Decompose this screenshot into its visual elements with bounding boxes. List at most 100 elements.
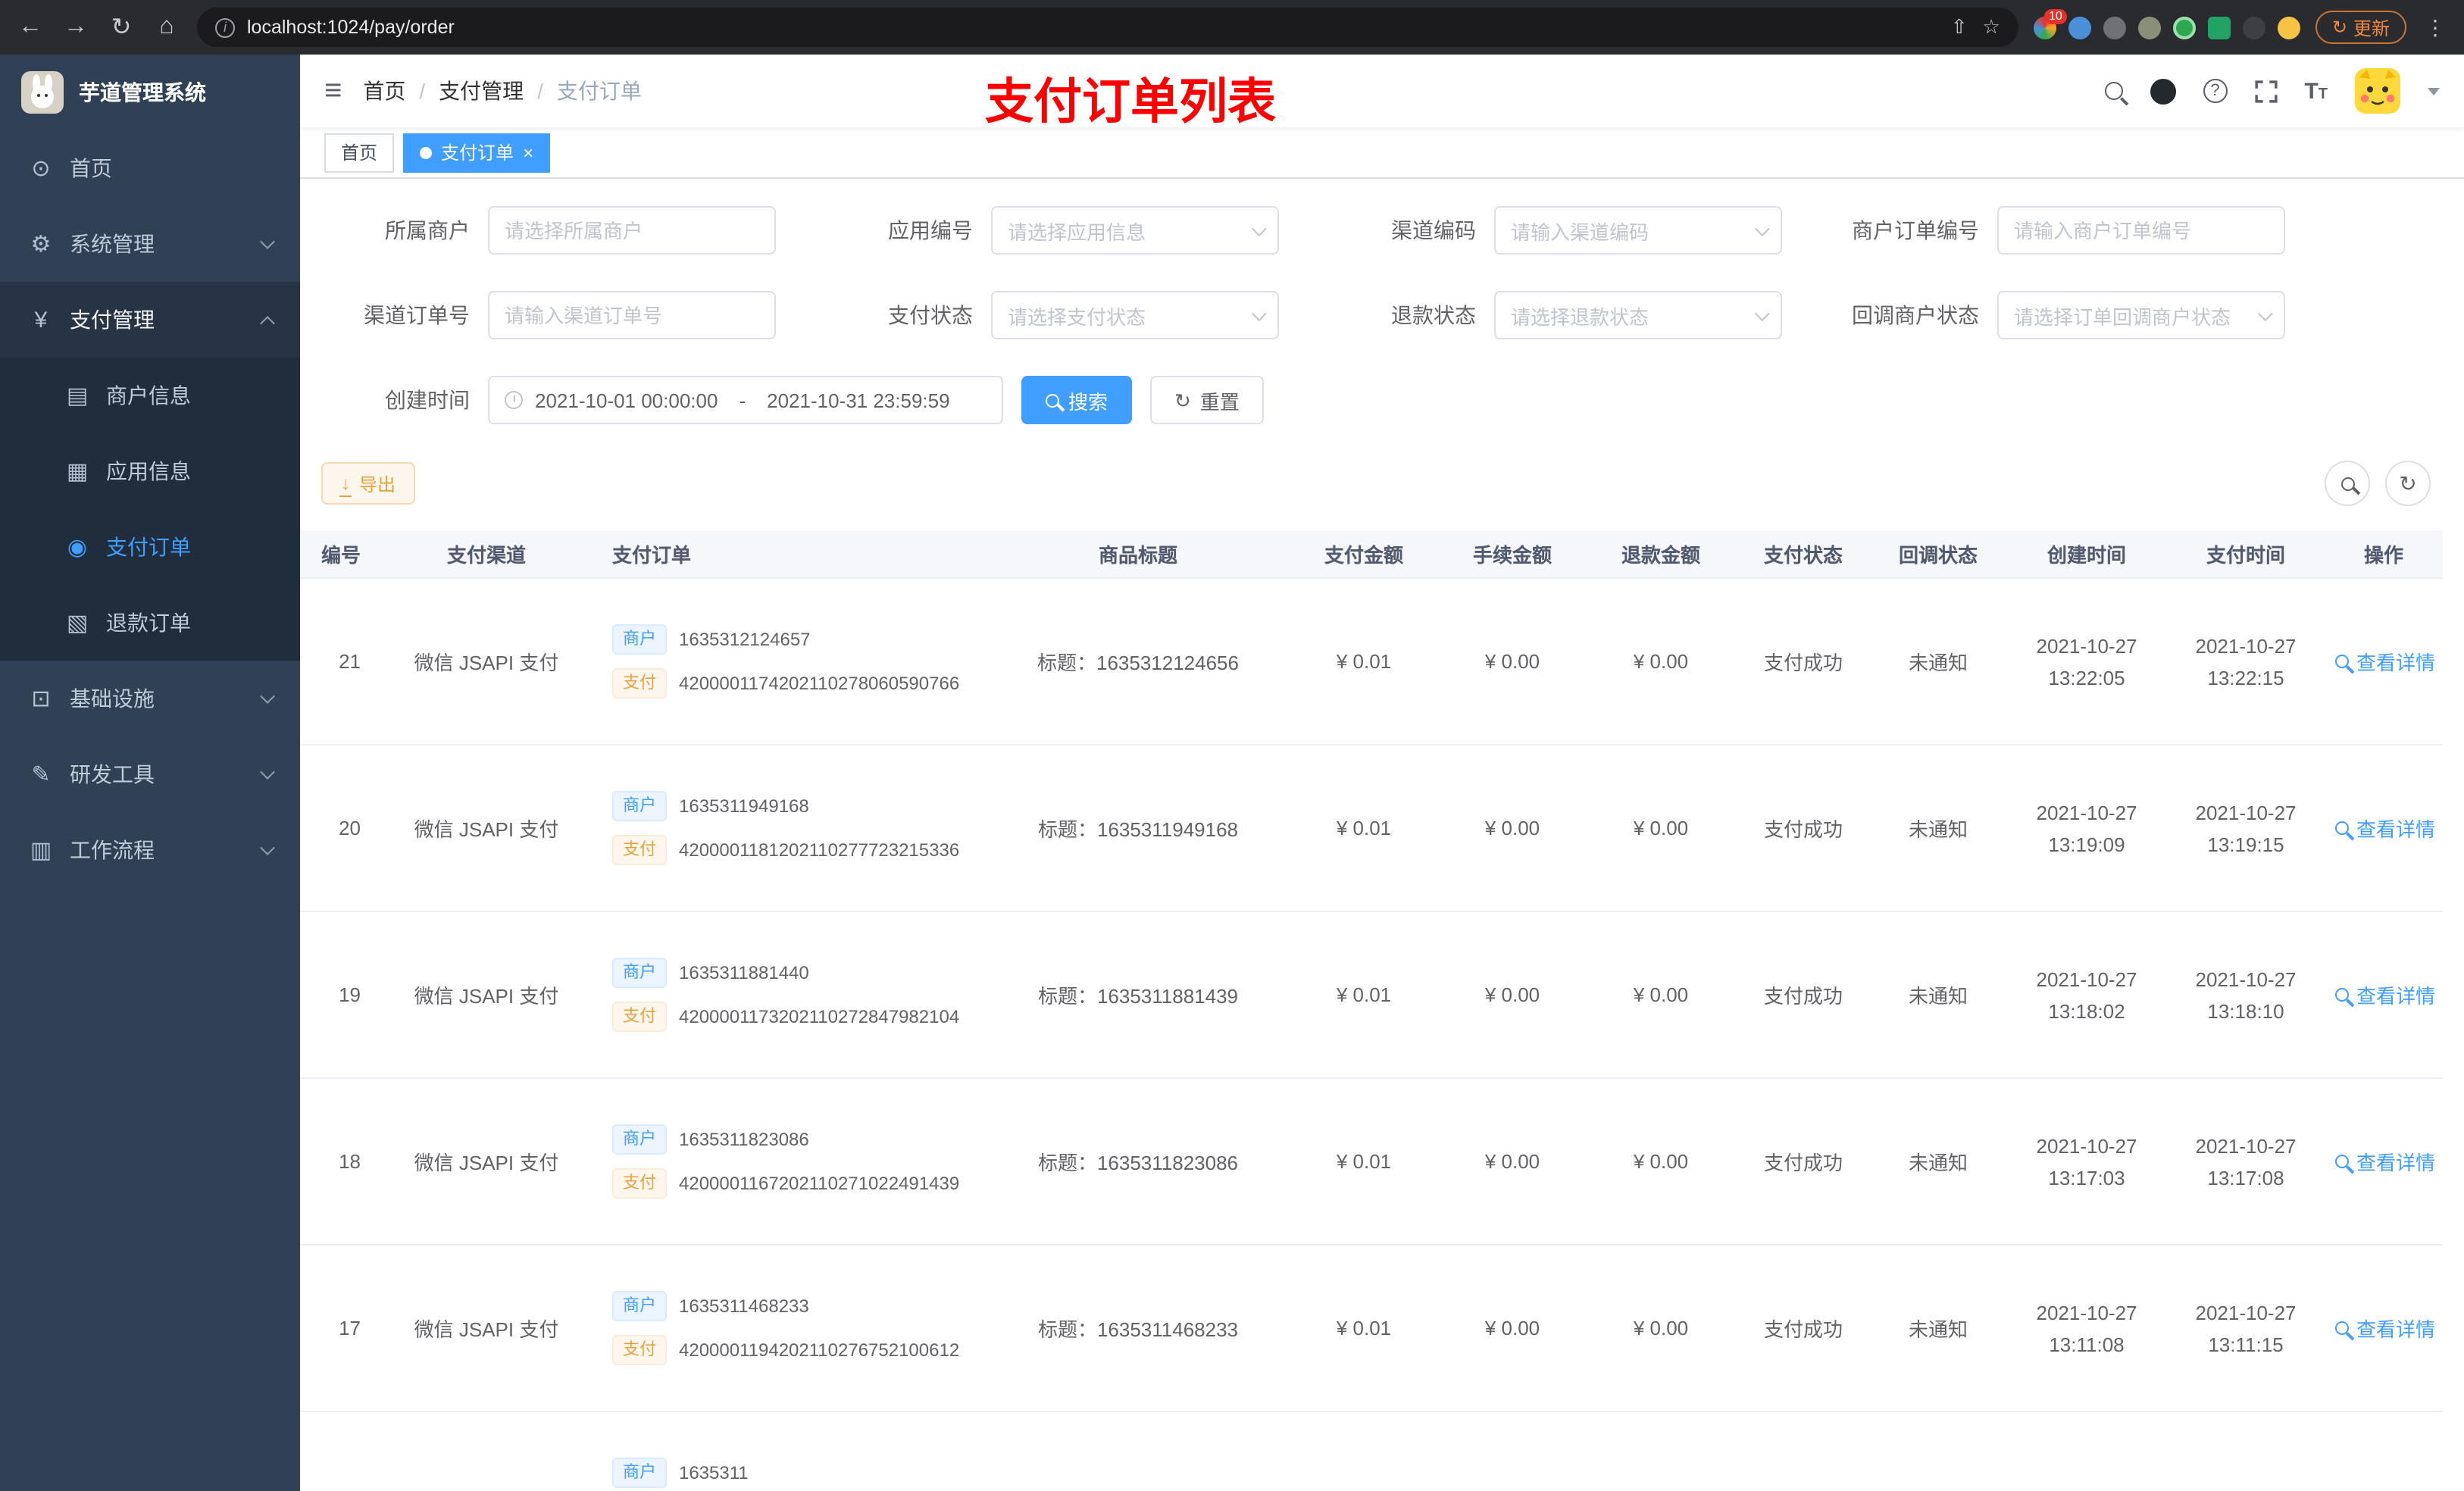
chevron-up-icon: [260, 315, 275, 330]
breadcrumb-payment[interactable]: 支付管理: [439, 76, 524, 106]
view-detail-link[interactable]: 查看详情: [2335, 814, 2435, 842]
sidebar-item-home[interactable]: ⊙ 首页: [0, 130, 300, 206]
view-detail-link[interactable]: 查看详情: [2335, 1147, 2435, 1176]
extension-icon[interactable]: [2172, 16, 2196, 39]
sidebar-item-merchant-info[interactable]: ▤ 商户信息: [0, 358, 300, 433]
app-select[interactable]: 请选择应用信息: [991, 206, 1279, 255]
sidebar-item-refund-order[interactable]: ▧ 退款订单: [0, 585, 300, 661]
chevron-down-icon: [2257, 305, 2273, 321]
filter-row-2: 渠道订单号 支付状态 请选择支付状态 退款状态 请选择退款状态: [321, 291, 2443, 339]
extension-icon[interactable]: [2137, 16, 2161, 39]
search-icon: [2335, 655, 2349, 668]
chevron-down-icon: [1754, 220, 1770, 236]
close-icon[interactable]: ×: [523, 142, 533, 163]
breadcrumb-home[interactable]: 首页: [363, 76, 405, 106]
view-detail-link[interactable]: 查看详情: [2335, 647, 2435, 676]
export-button[interactable]: ↓ 导出: [321, 462, 416, 505]
github-icon[interactable]: [2150, 78, 2176, 104]
field-label: 应用编号: [888, 218, 973, 242]
table-row: 18 微信 JSAPI 支付 商户 1635311823086 支付 4200001…: [300, 1079, 2443, 1246]
help-icon[interactable]: ?: [2203, 79, 2228, 103]
chrome-update-button[interactable]: ↻ 更新: [2315, 11, 2406, 44]
extension-icon[interactable]: [2207, 16, 2231, 39]
url-text: localhost:1024/pay/order: [247, 17, 455, 38]
table-toolbar: ↓ 导出 ↻: [321, 461, 2443, 506]
merchant-tag: 商户: [612, 624, 667, 655]
view-detail-link[interactable]: 查看详情: [2335, 1314, 2435, 1343]
extension-badge: 10: [2044, 8, 2067, 23]
search-icon: [2335, 1321, 2349, 1335]
hamburger-icon[interactable]: ≡: [324, 73, 342, 108]
sidebar-item-app-info[interactable]: ▦ 应用信息: [0, 433, 300, 509]
channel-code-select[interactable]: 请输入渠道编码: [1494, 206, 1782, 255]
merchant-select-input[interactable]: [488, 206, 776, 255]
merchant-tag: 商户: [612, 1458, 667, 1488]
refresh-table-button[interactable]: ↻: [2385, 461, 2431, 506]
update-refresh-icon: ↻: [2331, 17, 2347, 38]
address-bar[interactable]: i localhost:1024/pay/order ⇧ ☆: [197, 8, 2018, 47]
profile-face-icon[interactable]: [2277, 16, 2300, 39]
gear-icon: ⚙: [30, 232, 52, 258]
avatar-caret-icon[interactable]: [2428, 87, 2440, 95]
share-icon[interactable]: ⇧: [1951, 15, 1968, 39]
search-icon: [2335, 1155, 2349, 1168]
field-label: 支付状态: [888, 303, 973, 327]
table-row: 17 微信 JSAPI 支付 商户 1635311468233 支付 4200001…: [300, 1246, 2443, 1412]
table-header-row: 编号 支付渠道 支付订单 商品标题 支付金额 手续金额 退款金额 支付状态 回调…: [300, 530, 2443, 579]
field-label: 创建时间: [385, 388, 470, 412]
dashboard-icon: ⊙: [31, 156, 51, 182]
chevron-down-icon: [260, 764, 275, 780]
channel-order-no-input[interactable]: [488, 291, 776, 339]
merchant-tag: 商户: [612, 1291, 667, 1321]
pay-status-select[interactable]: 请选择支付状态: [991, 291, 1279, 339]
pay-tag: 支付: [612, 1335, 667, 1365]
reset-button[interactable]: ↻ 重置: [1150, 376, 1264, 424]
extension-icon[interactable]: [2068, 16, 2091, 39]
fullscreen-icon[interactable]: [2254, 80, 2278, 102]
refresh-icon: ↻: [1174, 389, 1191, 411]
home-icon[interactable]: ⌂: [152, 14, 182, 41]
pin-extension-icon[interactable]: [2242, 16, 2265, 39]
tab-pay-order[interactable]: 支付订单 ×: [403, 133, 551, 172]
forward-icon[interactable]: →: [61, 14, 91, 41]
reload-icon[interactable]: ↻: [106, 12, 136, 42]
sidebar-item-dev-tools[interactable]: ✎ 研发工具: [0, 736, 300, 812]
merchant-tag: 商户: [612, 791, 667, 821]
top-navbar: ≡ 首页 / 支付管理 / 支付订单 支付订单列表 ? TT: [300, 55, 2464, 129]
grid-icon: ▦: [66, 459, 89, 485]
font-size-icon[interactable]: TT: [2304, 78, 2328, 104]
extension-icon[interactable]: 10: [2033, 8, 2067, 39]
toggle-search-button[interactable]: [2325, 461, 2370, 506]
tool-icon: ✎: [31, 762, 51, 788]
yen-icon: ¥: [34, 307, 48, 333]
payment-submenu: ▤ 商户信息 ▦ 应用信息 ◉ 支付订单 ▧ 退款订单: [0, 358, 300, 661]
search-button[interactable]: 搜索: [1021, 376, 1133, 424]
refund-status-select[interactable]: 请选择退款状态: [1494, 291, 1782, 339]
extensions-area: 10: [2033, 8, 2300, 39]
extension-icon[interactable]: [2103, 16, 2126, 39]
user-avatar[interactable]: [2355, 68, 2400, 114]
back-icon[interactable]: ←: [15, 14, 45, 41]
sidebar-item-payment[interactable]: ¥ 支付管理: [0, 282, 300, 358]
search-icon[interactable]: [2104, 82, 2123, 100]
pay-tag: 支付: [612, 1002, 667, 1032]
view-detail-link[interactable]: 查看详情: [2335, 980, 2435, 1009]
page: ← → ↻ ⌂ i localhost:1024/pay/order ⇧ ☆ 1…: [0, 0, 2464, 1491]
briefcase-icon: ▥: [30, 838, 52, 864]
create-time-range-picker[interactable]: 2021-10-01 00:00:00 - 2021-10-31 23:59:5…: [488, 376, 1003, 424]
filter-row-3: 创建时间 2021-10-01 00:00:00 - 2021-10-31 23…: [321, 376, 2443, 424]
chevron-down-icon: [260, 689, 275, 704]
pay-tag: 支付: [612, 1168, 667, 1199]
info-icon[interactable]: i: [215, 17, 235, 37]
merchant-order-no-input[interactable]: [1997, 206, 2285, 255]
tab-home[interactable]: 首页: [324, 133, 395, 172]
table-row: 20 微信 JSAPI 支付 商户 1635311949168 支付 4200001…: [300, 746, 2443, 912]
chrome-menu-icon[interactable]: ⋮: [2422, 14, 2449, 40]
notify-status-select[interactable]: 请选择订单回调商户状态: [1997, 291, 2285, 339]
sidebar-item-workflow[interactable]: ▥ 工作流程: [0, 812, 300, 888]
sidebar-item-pay-order[interactable]: ◉ 支付订单: [0, 509, 300, 585]
sidebar-item-infrastructure[interactable]: ⊡ 基础设施: [0, 661, 300, 736]
bookmark-star-icon[interactable]: ☆: [1983, 15, 2000, 39]
field-label: 退款状态: [1391, 303, 1476, 327]
sidebar-item-system[interactable]: ⚙ 系统管理: [0, 206, 300, 282]
